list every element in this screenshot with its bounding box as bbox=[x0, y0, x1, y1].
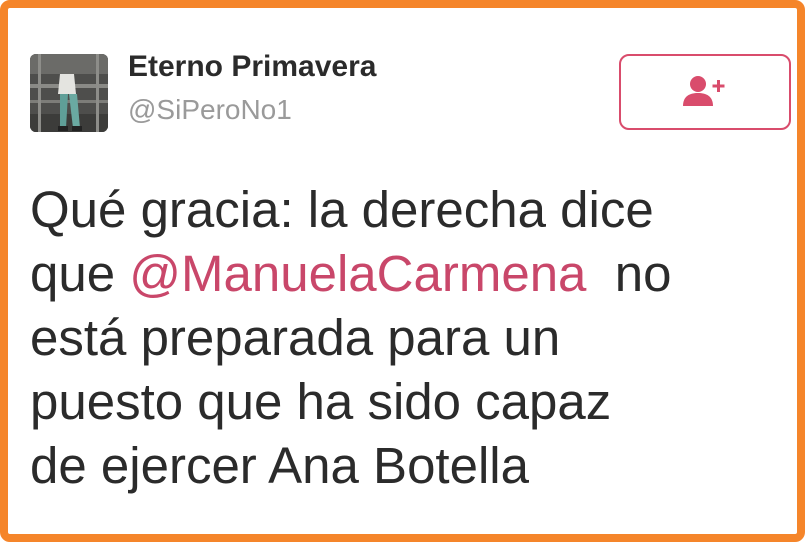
follow-button[interactable] bbox=[619, 54, 791, 130]
tweet-text-segment: que bbox=[30, 245, 130, 302]
tweet-line: está preparada para un bbox=[30, 309, 561, 366]
mention-link[interactable]: @ManuelaCarmena bbox=[129, 245, 586, 302]
tweet-text-segment: no bbox=[586, 245, 672, 302]
add-user-icon bbox=[683, 76, 725, 106]
tweet-line: Qué gracia: la derecha dice bbox=[30, 181, 654, 238]
avatar[interactable] bbox=[30, 54, 108, 132]
user-handle[interactable]: @SiPeroNo1 bbox=[128, 94, 292, 126]
tweet-text: Qué gracia: la derecha dice que @Manuela… bbox=[30, 178, 800, 498]
display-name[interactable]: Eterno Primavera bbox=[128, 50, 376, 84]
tweet-line: que @ManuelaCarmena no bbox=[30, 242, 800, 306]
tweet-line: puesto que ha sido capaz bbox=[30, 373, 612, 430]
tweet-card: Eterno Primavera @SiPeroNo1 Qué gracia: … bbox=[0, 0, 805, 542]
avatar-image bbox=[30, 54, 108, 132]
tweet-line: de ejercer Ana Botella bbox=[30, 437, 529, 494]
